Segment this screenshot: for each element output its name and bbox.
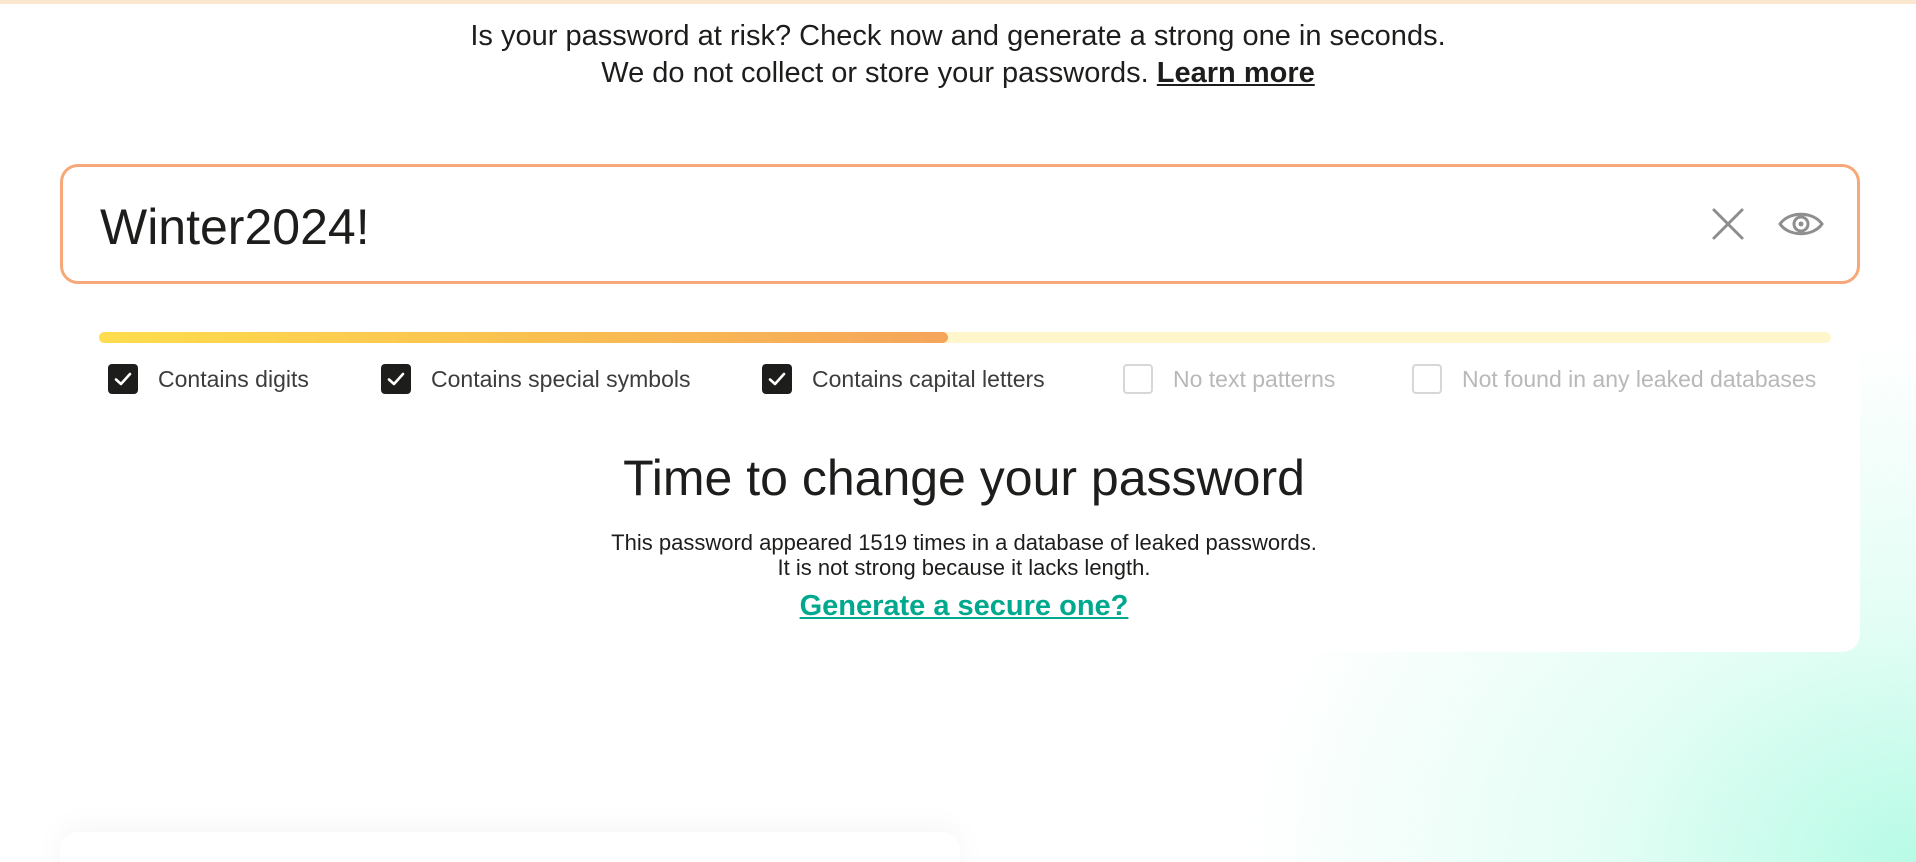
checkbox[interactable] [762, 364, 792, 394]
check-contains-special-symbols[interactable]: Contains special symbols [381, 362, 691, 396]
eye-icon[interactable] [1777, 204, 1825, 244]
generate-secure-password-link[interactable]: Generate a secure one? [800, 590, 1129, 622]
check-label: Contains special symbols [431, 365, 691, 392]
top-divider [0, 0, 1916, 4]
checkbox[interactable] [1412, 364, 1442, 394]
intro-line-1: Is your password at risk? Check now and … [470, 20, 1446, 52]
check-no-text-patterns[interactable]: No text patterns [1123, 362, 1335, 396]
checkmark-icon [114, 372, 132, 386]
result-detail-line-1: This password appeared 1519 times in a d… [611, 530, 1317, 555]
result-detail: This password appeared 1519 times in a d… [0, 530, 1916, 580]
checkbox[interactable] [108, 364, 138, 394]
strength-meter [99, 332, 1831, 343]
check-contains-capital-letters[interactable]: Contains capital letters [762, 362, 1045, 396]
checkbox[interactable] [1123, 364, 1153, 394]
checkbox[interactable] [381, 364, 411, 394]
check-label: Contains capital letters [812, 365, 1045, 392]
check-label: No text patterns [1173, 365, 1336, 392]
intro-text: Is your password at risk? Check now and … [0, 18, 1916, 92]
result-detail-line-2: It is not strong because it lacks length… [777, 555, 1151, 580]
intro-line-2-text: We do not collect or store your password… [601, 57, 1149, 89]
lower-card [60, 832, 960, 862]
checkmark-icon [768, 372, 786, 386]
generate-link-row: Generate a secure one? [0, 590, 1916, 623]
intro-line-2: We do not collect or store your password… [0, 55, 1916, 92]
result-title: Time to change your password [623, 450, 1305, 506]
password-input-value[interactable]: Winter2024! [100, 199, 370, 255]
close-icon[interactable] [1708, 204, 1748, 244]
check-not-found-in-leaked-databases[interactable]: Not found in any leaked databases [1412, 362, 1816, 396]
check-label: Contains digits [158, 365, 309, 392]
learn-more-link[interactable]: Learn more [1157, 57, 1315, 89]
check-label: Not found in any leaked databases [1462, 365, 1817, 392]
checkmark-icon [387, 372, 405, 386]
strength-meter-fill [99, 332, 948, 343]
password-field[interactable]: Winter2024! [60, 164, 1860, 284]
check-contains-digits[interactable]: Contains digits [108, 362, 309, 396]
